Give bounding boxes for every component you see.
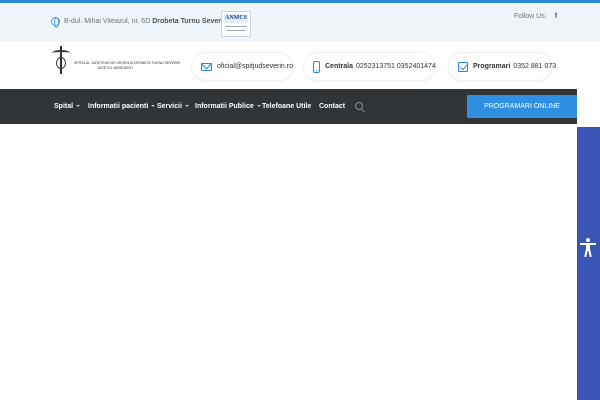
address-city: Drobeta Turnu Severin bbox=[152, 18, 228, 25]
phone-contact[interactable]: Centrala 0252313751 0352401474 bbox=[303, 52, 436, 81]
email-contact[interactable]: oficial@spitjudseverin.ro bbox=[191, 52, 293, 81]
appointments-label: Programari bbox=[473, 63, 511, 70]
appointments-number: 0352 881 073 bbox=[513, 63, 557, 70]
nav-label: Contact bbox=[319, 103, 346, 110]
nav-item-spital[interactable]: Spital bbox=[54, 89, 81, 124]
globe-icon bbox=[51, 17, 60, 28]
chevron-down-icon bbox=[76, 105, 81, 108]
nav-label: Spital bbox=[54, 103, 74, 110]
chevron-down-icon bbox=[151, 105, 156, 108]
nav-item-informatii-pacienti[interactable]: Informatii pacienti bbox=[88, 89, 156, 124]
caduceus-snake bbox=[56, 57, 66, 69]
chevron-down-icon bbox=[256, 105, 261, 108]
address: B-dul. Mihai Viteazul, nr. 6D Drobeta Tu… bbox=[51, 17, 228, 28]
mail-icon bbox=[201, 62, 212, 71]
anmcs-logo-text: ANMCS bbox=[224, 14, 248, 23]
nav-label: Telefoane Utile bbox=[262, 103, 312, 110]
nav-label: Servicii bbox=[157, 103, 182, 110]
nav-item-servicii[interactable]: Servicii bbox=[157, 89, 189, 124]
anmcs-logo[interactable]: ANMCS bbox=[221, 11, 251, 37]
phone-label: Centrala bbox=[325, 63, 354, 70]
nav-label: Informatii Publice bbox=[195, 103, 254, 110]
programari-online-button[interactable]: PROGRAMARI ONLINE bbox=[467, 95, 577, 118]
appointments-contact[interactable]: Programari 0352 881 073 bbox=[448, 52, 556, 81]
accessibility-icon[interactable] bbox=[580, 238, 596, 258]
logo-line1: SPITALUL JUDETEAN DE URGENTA DROBETA TUR… bbox=[74, 61, 180, 65]
facebook-icon[interactable]: f bbox=[555, 13, 557, 20]
address-street: B-dul. Mihai Viteazul, nr. 6D bbox=[64, 18, 151, 25]
top-bar: B-dul. Mihai Viteazul, nr. 6D Drobeta Tu… bbox=[0, 3, 600, 42]
hospital-logo[interactable]: SPITALUL JUDETEAN DE URGENTA DROBETA TUR… bbox=[52, 46, 180, 76]
nav-label: Informatii pacienti bbox=[88, 103, 149, 110]
checkbox-icon bbox=[458, 61, 468, 72]
chevron-down-icon bbox=[184, 105, 189, 108]
email-text: oficial@spitjudseverin.ro bbox=[217, 63, 293, 70]
accessibility-bar[interactable] bbox=[577, 127, 600, 400]
phone-numbers: 0252313751 0352401474 bbox=[356, 63, 436, 70]
phone-icon bbox=[313, 60, 320, 73]
search-icon[interactable] bbox=[355, 102, 363, 110]
nav-item-telefoane-utile[interactable]: Telefoane Utile bbox=[262, 89, 311, 124]
logo-line2: JUDETUL MEHEDINTI bbox=[97, 66, 133, 70]
follow-us: Follow Us: f bbox=[514, 13, 557, 20]
follow-us-label: Follow Us: bbox=[514, 13, 547, 20]
nav-item-contact[interactable]: Contact bbox=[319, 89, 345, 124]
nav-item-informatii-publice[interactable]: Informatii Publice bbox=[195, 89, 261, 124]
